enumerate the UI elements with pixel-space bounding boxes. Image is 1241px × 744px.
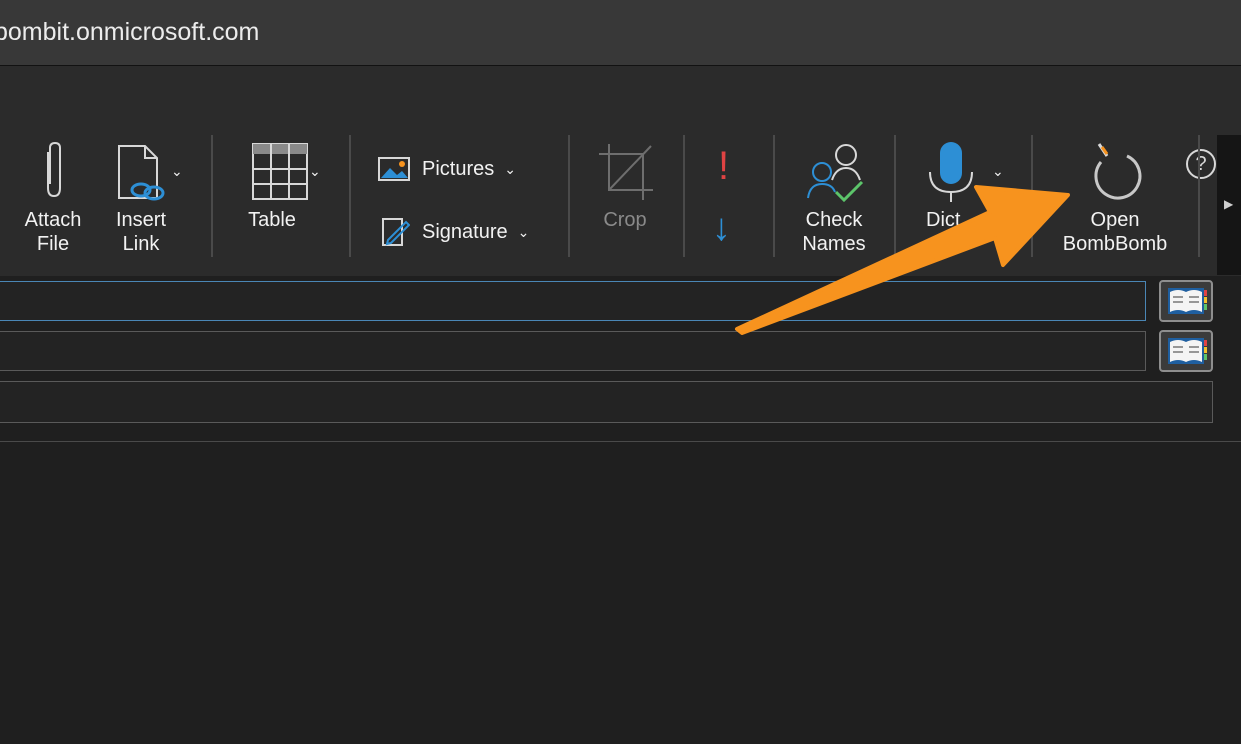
table-icon: [252, 143, 308, 200]
address-book-icon: [1168, 338, 1207, 364]
paperclip-icon: [47, 141, 61, 198]
insert-link-button[interactable]: Insert Link: [100, 140, 182, 256]
attach-file-label: Attach File: [24, 209, 82, 255]
ribbon-separator: [683, 135, 685, 257]
crop-icon: [599, 144, 653, 200]
ribbon-separator: [1031, 135, 1033, 257]
pictures-dropdown-icon: ⌄: [504, 160, 516, 177]
pictures-icon: [378, 157, 410, 181]
cc-field[interactable]: [0, 331, 1146, 371]
insert-link-label: Insert Link: [115, 209, 167, 255]
check-names-label: Check Names: [802, 209, 866, 255]
low-importance-icon[interactable]: ↓: [712, 208, 731, 248]
window-titlebar: bombit.onmicrosoft.com: [0, 0, 1241, 66]
high-importance-icon[interactable]: !: [718, 146, 729, 186]
window-title: bombit.onmicrosoft.com: [0, 18, 260, 46]
attach-file-button[interactable]: Attach File: [14, 140, 92, 256]
crop-button[interactable]: Crop: [588, 140, 662, 232]
open-bombbomb-button[interactable]: Open BombBomb: [1052, 140, 1178, 256]
table-button[interactable]: Table: [236, 140, 322, 232]
signature-dropdown-icon: ⌄: [517, 223, 530, 240]
help-icon[interactable]: ?: [1186, 149, 1216, 179]
check-names-icon: [807, 144, 864, 203]
ribbon-overflow[interactable]: ▶: [1217, 135, 1241, 275]
bombbomb-icon: [1094, 143, 1142, 200]
open-bombbomb-label: Open BombBomb: [1062, 209, 1168, 255]
check-names-button[interactable]: Check Names: [794, 140, 874, 256]
address-book-button-cc[interactable]: [1159, 330, 1213, 372]
microphone-icon: [929, 142, 973, 202]
table-dropdown-icon[interactable]: ⌄: [309, 163, 321, 180]
ribbon-separator: [894, 135, 896, 257]
ribbon-separator: [773, 135, 775, 257]
link-document-icon: [118, 145, 165, 201]
ribbon-separator: [211, 135, 213, 257]
insert-link-dropdown-icon[interactable]: ⌄: [171, 163, 183, 180]
crop-label: Crop: [603, 209, 647, 231]
signature-button[interactable]: Signature ⌄: [380, 217, 529, 247]
address-book-button-to[interactable]: [1159, 280, 1213, 322]
ribbon-separator: [349, 135, 351, 257]
to-field[interactable]: [0, 281, 1146, 321]
dictate-dropdown-icon[interactable]: ⌄: [992, 163, 1004, 180]
pictures-button[interactable]: Pictures ⌄: [378, 154, 516, 184]
signature-icon: [382, 218, 410, 246]
ribbon-separator: [568, 135, 570, 257]
signature-label: Signature: [422, 220, 508, 243]
dictate-button[interactable]: Dict: [918, 140, 988, 232]
subject-field[interactable]: [0, 381, 1213, 423]
ribbon-separator: [1198, 135, 1200, 257]
dictate-label: Dict: [926, 209, 961, 231]
address-book-icon: [1168, 288, 1207, 314]
pictures-label: Pictures: [422, 157, 495, 180]
table-label: Table: [248, 209, 296, 231]
expand-right-icon: ▶: [1224, 197, 1234, 211]
message-body[interactable]: [0, 441, 1241, 744]
